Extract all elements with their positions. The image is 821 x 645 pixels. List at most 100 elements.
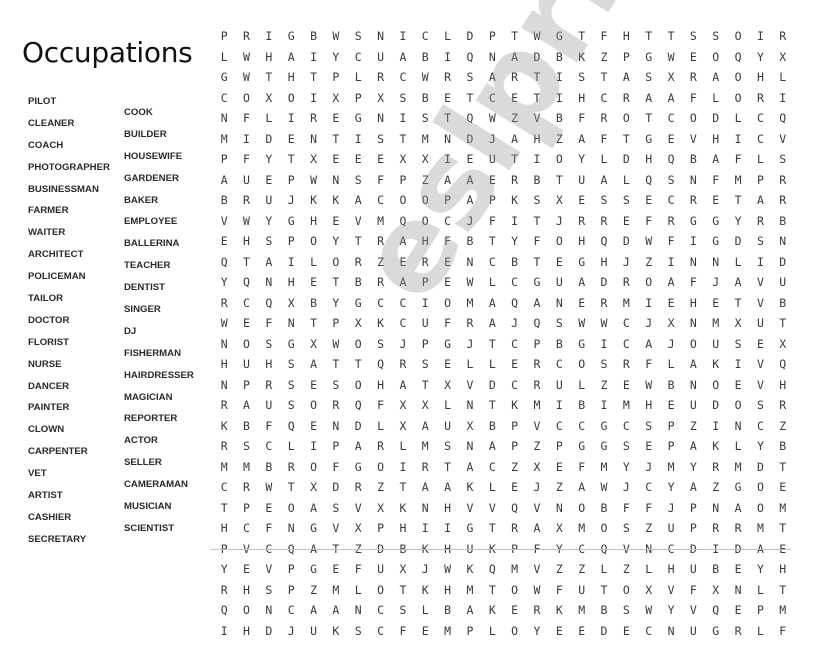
grid-letter[interactable]: A: [705, 153, 727, 174]
grid-letter[interactable]: A: [705, 71, 727, 92]
grid-letter[interactable]: A: [503, 133, 525, 154]
grid-letter[interactable]: E: [414, 625, 436, 645]
grid-letter[interactable]: L: [749, 153, 771, 174]
grid-letter[interactable]: B: [593, 502, 615, 523]
grid-letter[interactable]: L: [593, 153, 615, 174]
grid-letter[interactable]: E: [548, 461, 570, 482]
grid-letter[interactable]: R: [369, 71, 391, 92]
grid-letter[interactable]: Z: [503, 461, 525, 482]
grid-letter[interactable]: T: [593, 584, 615, 605]
grid-letter[interactable]: N: [727, 420, 749, 441]
grid-letter[interactable]: S: [682, 30, 704, 51]
grid-letter[interactable]: D: [682, 543, 704, 564]
grid-letter[interactable]: P: [459, 625, 481, 645]
grid-letter[interactable]: T: [325, 543, 347, 564]
grid-letter[interactable]: L: [749, 584, 771, 605]
grid-letter[interactable]: S: [548, 317, 570, 338]
grid-letter[interactable]: E: [727, 604, 749, 625]
grid-letter[interactable]: E: [280, 133, 302, 154]
grid-letter[interactable]: F: [638, 358, 660, 379]
grid-letter[interactable]: N: [258, 604, 280, 625]
grid-letter[interactable]: Y: [325, 51, 347, 72]
grid-letter[interactable]: E: [615, 625, 637, 645]
grid-letter[interactable]: B: [459, 235, 481, 256]
grid-letter[interactable]: F: [526, 235, 548, 256]
grid-letter[interactable]: R: [526, 604, 548, 625]
grid-letter[interactable]: A: [392, 276, 414, 297]
grid-letter[interactable]: S: [280, 379, 302, 400]
grid-letter[interactable]: U: [682, 625, 704, 645]
grid-letter[interactable]: N: [213, 112, 235, 133]
grid-letter[interactable]: S: [258, 584, 280, 605]
grid-letter[interactable]: H: [749, 71, 771, 92]
grid-letter[interactable]: Q: [526, 317, 548, 338]
grid-letter[interactable]: G: [548, 30, 570, 51]
grid-letter[interactable]: T: [638, 30, 660, 51]
grid-letter[interactable]: A: [392, 379, 414, 400]
grid-letter[interactable]: O: [615, 112, 637, 133]
grid-letter[interactable]: D: [727, 235, 749, 256]
grid-letter[interactable]: R: [213, 584, 235, 605]
grid-letter[interactable]: T: [414, 379, 436, 400]
grid-letter[interactable]: Y: [749, 440, 771, 461]
grid-letter[interactable]: R: [369, 235, 391, 256]
grid-letter[interactable]: G: [705, 235, 727, 256]
grid-letter[interactable]: X: [638, 584, 660, 605]
grid-letter[interactable]: F: [258, 522, 280, 543]
grid-letter[interactable]: N: [369, 30, 391, 51]
grid-letter[interactable]: B: [772, 297, 794, 318]
grid-letter[interactable]: V: [325, 522, 347, 543]
grid-letter[interactable]: C: [369, 297, 391, 318]
grid-letter[interactable]: T: [526, 92, 548, 113]
grid-letter[interactable]: A: [682, 481, 704, 502]
grid-letter[interactable]: Q: [503, 502, 525, 523]
grid-letter[interactable]: I: [392, 461, 414, 482]
grid-letter[interactable]: E: [749, 338, 771, 359]
grid-letter[interactable]: S: [526, 194, 548, 215]
grid-letter[interactable]: W: [414, 71, 436, 92]
grid-letter[interactable]: W: [638, 604, 660, 625]
grid-letter[interactable]: M: [526, 399, 548, 420]
grid-letter[interactable]: Q: [459, 112, 481, 133]
grid-letter[interactable]: K: [325, 625, 347, 645]
grid-letter[interactable]: H: [772, 379, 794, 400]
grid-letter[interactable]: D: [258, 625, 280, 645]
grid-letter[interactable]: E: [638, 194, 660, 215]
grid-letter[interactable]: Z: [347, 543, 369, 564]
grid-letter[interactable]: S: [705, 30, 727, 51]
grid-letter[interactable]: R: [705, 461, 727, 482]
grid-letter[interactable]: T: [325, 133, 347, 154]
grid-letter[interactable]: M: [213, 461, 235, 482]
grid-letter[interactable]: U: [548, 276, 570, 297]
grid-letter[interactable]: S: [280, 358, 302, 379]
grid-letter[interactable]: Y: [660, 604, 682, 625]
grid-letter[interactable]: J: [615, 481, 637, 502]
grid-letter[interactable]: F: [548, 584, 570, 605]
grid-letter[interactable]: X: [436, 379, 458, 400]
grid-letter[interactable]: S: [571, 71, 593, 92]
grid-letter[interactable]: B: [503, 256, 525, 277]
grid-letter[interactable]: W: [235, 51, 257, 72]
grid-letter[interactable]: K: [414, 543, 436, 564]
grid-letter[interactable]: D: [705, 399, 727, 420]
grid-letter[interactable]: T: [503, 30, 525, 51]
grid-letter[interactable]: E: [347, 153, 369, 174]
grid-letter[interactable]: S: [772, 153, 794, 174]
grid-letter[interactable]: K: [503, 194, 525, 215]
grid-letter[interactable]: K: [548, 604, 570, 625]
grid-letter[interactable]: Y: [258, 215, 280, 236]
grid-letter[interactable]: J: [280, 625, 302, 645]
grid-letter[interactable]: U: [459, 543, 481, 564]
grid-letter[interactable]: R: [213, 399, 235, 420]
grid-letter[interactable]: M: [660, 461, 682, 482]
grid-letter[interactable]: A: [638, 92, 660, 113]
grid-letter[interactable]: I: [682, 235, 704, 256]
grid-letter[interactable]: F: [638, 502, 660, 523]
grid-letter[interactable]: R: [347, 481, 369, 502]
grid-letter[interactable]: C: [749, 112, 771, 133]
grid-letter[interactable]: P: [325, 317, 347, 338]
grid-letter[interactable]: G: [280, 338, 302, 359]
grid-letter[interactable]: R: [526, 379, 548, 400]
grid-letter[interactable]: W: [638, 379, 660, 400]
grid-letter[interactable]: N: [302, 133, 324, 154]
